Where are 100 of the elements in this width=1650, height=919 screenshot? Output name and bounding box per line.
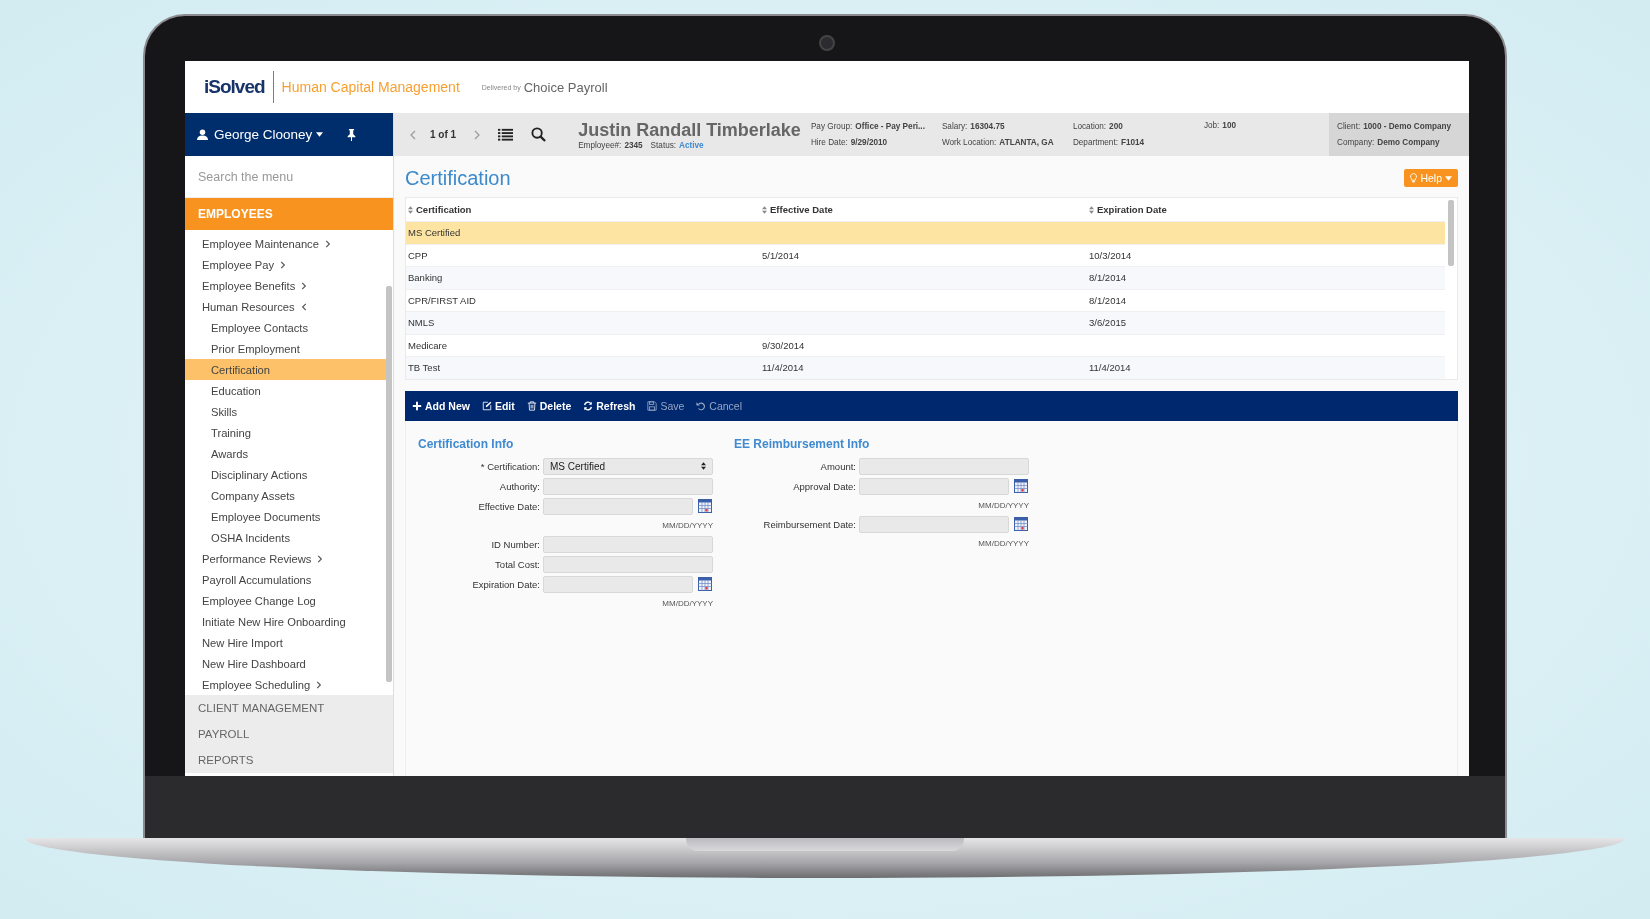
info-value: 16304.75: [970, 122, 1005, 131]
table-cell: 11/4/2014: [762, 362, 804, 374]
info-label: Salary:: [941, 122, 968, 131]
info-label: Job:: [1203, 121, 1220, 130]
table-row[interactable]: NMLS 3/6/2015: [406, 311, 1445, 334]
menu-item[interactable]: Employee Scheduling: [185, 674, 386, 695]
menu-item[interactable]: Awards: [185, 443, 386, 464]
refresh-icon: [583, 400, 594, 411]
info-label: Status:: [650, 140, 677, 150]
input-field[interactable]: [543, 535, 713, 553]
date-field[interactable]: [543, 575, 693, 593]
date-format-hint: MM/DD/YYYY: [661, 598, 713, 608]
sort-icon: [408, 205, 413, 214]
menu-item[interactable]: Performance Reviews: [185, 548, 386, 569]
info-value: 100: [1222, 121, 1237, 130]
menu-item[interactable]: Prior Employment: [185, 338, 386, 359]
field-label: Total Cost:: [494, 558, 540, 570]
column-header[interactable]: Certification: [406, 204, 760, 215]
select-field[interactable]: MS Certified: [543, 457, 713, 475]
field-label: Expiration Date:: [471, 578, 540, 590]
menu-item[interactable]: Company Assets: [185, 485, 386, 506]
field-label: Effective Date:: [477, 500, 540, 512]
column-header[interactable]: Expiration Date: [1087, 204, 1445, 215]
calendar-icon[interactable]: [698, 577, 712, 591]
scrollbar-thumb[interactable]: [1448, 200, 1454, 266]
toolbar-button[interactable]: Add New: [412, 399, 470, 412]
date-format-hint: MM/DD/YYYY: [977, 538, 1029, 548]
menu-item[interactable]: New Hire Import: [185, 632, 386, 653]
menu-item[interactable]: Payroll Accumulations: [185, 569, 386, 590]
menu-item[interactable]: Disciplinary Actions: [185, 464, 386, 485]
input-field[interactable]: [543, 555, 713, 573]
date-field[interactable]: [859, 477, 1009, 495]
field-label: Authority:: [498, 480, 540, 492]
table-cell: Banking: [408, 272, 443, 284]
toolbar-button[interactable]: Delete: [526, 399, 572, 412]
date-field[interactable]: [859, 515, 1009, 533]
table-row[interactable]: Banking 8/1/2014: [406, 266, 1445, 289]
next-icon[interactable]: [474, 129, 481, 140]
camera-dot: [819, 35, 835, 51]
menu-section[interactable]: REPORTS: [185, 747, 393, 773]
menu-item[interactable]: Education: [185, 380, 386, 401]
input-field[interactable]: [543, 477, 713, 495]
table-cell: NMLS: [408, 317, 435, 329]
page-title: Certification: [405, 166, 511, 190]
column-header[interactable]: Effective Date: [760, 204, 1087, 215]
table-cell: 10/3/2014: [1089, 249, 1132, 261]
previous-icon[interactable]: [410, 129, 416, 140]
employee-name: Justin Randall Timberlake: [578, 119, 801, 141]
menu-item[interactable]: Skills: [185, 401, 386, 422]
info-label: Client:: [1337, 122, 1361, 131]
menu-item[interactable]: Employee Benefits: [185, 275, 386, 296]
calendar-icon[interactable]: [1014, 517, 1028, 531]
toolbar-button[interactable]: Refresh: [583, 399, 636, 412]
table-cell: CPR/FIRST AID: [408, 294, 476, 306]
list-icon[interactable]: [498, 127, 514, 142]
table-row[interactable]: MS Certified: [406, 221, 1445, 244]
user-menu-button[interactable]: George Clooney: [214, 127, 324, 142]
menu-item[interactable]: Initiate New Hire Onboarding: [185, 611, 386, 632]
input-field[interactable]: [859, 457, 1029, 475]
date-field[interactable]: [543, 497, 693, 515]
calendar-icon[interactable]: [1014, 479, 1028, 493]
table-cell: CPP: [408, 249, 428, 261]
user-icon: [197, 129, 208, 140]
menu-item[interactable]: Human Resources: [185, 296, 386, 317]
search-icon[interactable]: [531, 127, 547, 142]
menu-item[interactable]: Certification: [185, 359, 386, 380]
info-value: 9/29/2010: [850, 138, 888, 147]
date-format-hint: MM/DD/YYYY: [977, 500, 1029, 510]
info-label: Work Location:: [941, 138, 997, 147]
menu-item[interactable]: Employee Pay: [185, 254, 386, 275]
menu-item[interactable]: Employee Change Log: [185, 590, 386, 611]
menu-item[interactable]: Training: [185, 422, 386, 443]
menu-item[interactable]: New Hire Dashboard: [185, 653, 386, 674]
table-cell: 5/1/2014: [762, 249, 799, 261]
menu-item[interactable]: Employee Documents: [185, 506, 386, 527]
table-cell: 8/1/2014: [1089, 272, 1126, 284]
lightbulb-icon: [1410, 173, 1418, 183]
info-value: 200: [1109, 122, 1123, 131]
table-cell: 11/4/2014: [1089, 362, 1131, 374]
sort-icon: [762, 205, 767, 214]
calendar-icon[interactable]: [698, 499, 712, 513]
pencil-icon: [481, 400, 492, 411]
table-cell: MS Certified: [408, 227, 461, 239]
partner-name: Choice Payroll: [523, 79, 608, 95]
menu-section[interactable]: CLIENT MANAGEMENT: [185, 695, 393, 721]
date-format-hint: MM/DD/YYYY: [661, 520, 713, 530]
menu-item[interactable]: OSHA Incidents: [185, 527, 386, 548]
table-row[interactable]: TB Test 11/4/2014 11/4/2014: [406, 356, 1445, 379]
product-name: Human Capital Management: [281, 79, 460, 95]
menu-item[interactable]: Employee Maintenance: [185, 233, 386, 254]
toolbar-button[interactable]: Edit: [481, 399, 515, 412]
record-position: 1 of 1: [430, 129, 457, 140]
menu-item[interactable]: Employee Contacts: [185, 317, 386, 338]
scrollbar-thumb[interactable]: [386, 286, 392, 682]
table-cell: Medicare: [408, 339, 448, 351]
info-label: Location:: [1072, 122, 1107, 131]
menu-section[interactable]: PAYROLL: [185, 721, 393, 747]
info-value: 2345: [624, 140, 643, 150]
plus-icon: [412, 400, 422, 411]
pin-icon[interactable]: [347, 128, 357, 141]
